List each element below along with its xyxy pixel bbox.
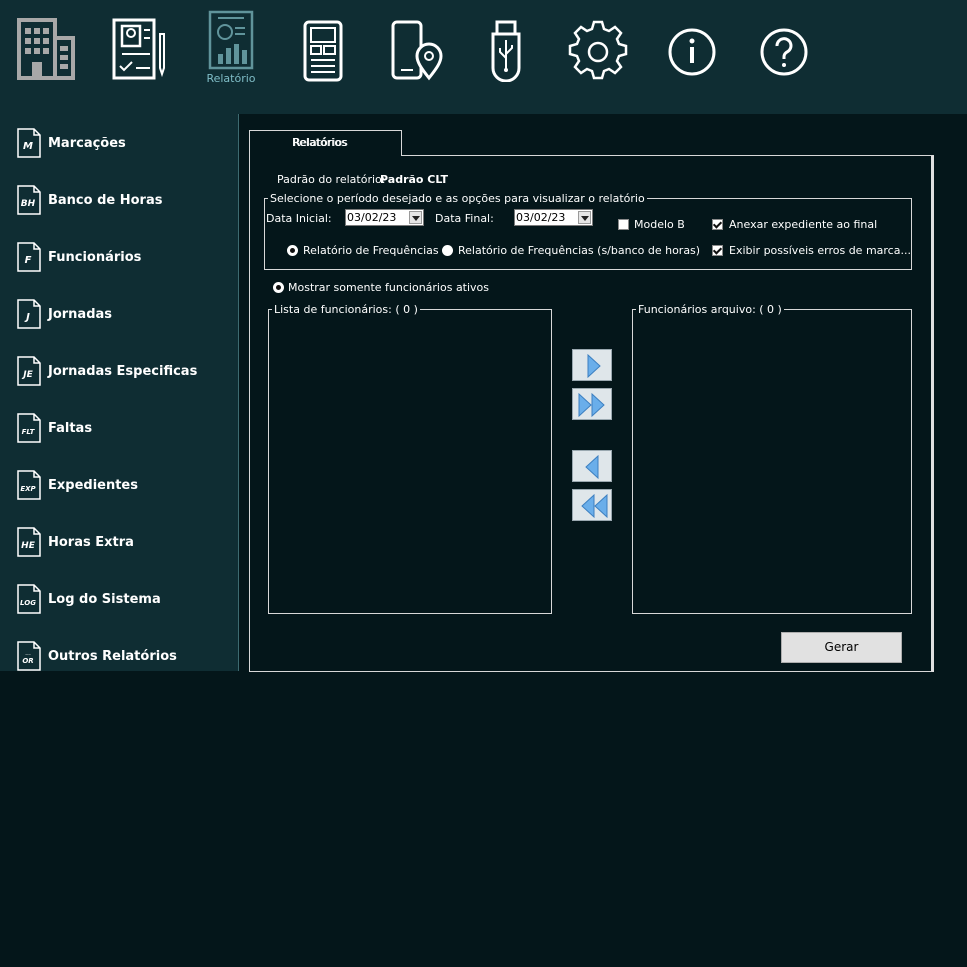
svg-text:J: J — [24, 312, 30, 323]
sidebar-item-label: Horas Extra — [48, 535, 134, 550]
move-all-right-button[interactable] — [572, 388, 612, 420]
document-icon: ...OR — [17, 641, 41, 671]
relatorio-frequencias-sem-bh-radio[interactable] — [442, 245, 453, 256]
start-date-value: 03/02/23 — [347, 211, 397, 224]
report-icon[interactable]: Relatório — [196, 8, 266, 98]
dropdown-arrow-icon[interactable] — [578, 211, 591, 224]
usb-drive-icon[interactable] — [471, 8, 541, 98]
mostrar-ativos-label: Mostrar somente funcionários ativos — [288, 281, 490, 294]
sidebar-item-label: Banco de Horas — [48, 193, 163, 208]
document-icon: JE — [17, 356, 41, 386]
sidebar-item-label: Marcações — [48, 136, 126, 151]
end-date-label: Data Final: — [435, 212, 494, 225]
top-toolbar: Relatório — [0, 0, 967, 114]
sidebar: M Marcações BH Banco de Horas F Funcioná… — [0, 114, 239, 671]
sidebar-item-label: Log do Sistema — [48, 592, 161, 607]
anexar-expediente-checkbox[interactable] — [712, 219, 723, 230]
sidebar-item-label: Expedientes — [48, 478, 138, 493]
sidebar-item-log-do-sistema[interactable]: LOG Log do Sistema — [0, 584, 238, 624]
info-icon[interactable] — [655, 8, 725, 98]
modelo-b-checkbox[interactable] — [618, 219, 629, 230]
end-date-picker[interactable]: 03/02/23 — [514, 209, 593, 226]
sidebar-item-label: Jornadas Especificas — [48, 364, 198, 379]
sidebar-item-label: Jornadas — [48, 307, 113, 322]
document-icon: FLT — [17, 413, 41, 443]
settings-gear-icon[interactable] — [563, 8, 633, 98]
document-icon: J — [17, 299, 41, 329]
svg-text:F: F — [25, 255, 32, 266]
period-options-group: Selecione o período desejado e as opções… — [264, 192, 912, 270]
relatorio-frequencias-radio[interactable] — [287, 245, 298, 256]
tab-label: Relatórios — [292, 136, 347, 149]
archived-list-legend: Funcionários arquivo: ( 0 ) — [638, 303, 782, 316]
sidebar-item-banco-de-horas[interactable]: BH Banco de Horas — [0, 185, 238, 225]
start-date-picker[interactable]: 03/02/23 — [345, 209, 424, 226]
report-pattern-value: Padrão CLT — [380, 173, 449, 186]
time-clock-device-icon[interactable] — [289, 8, 359, 98]
svg-text:BH: BH — [21, 199, 36, 209]
report-toolbar-label: Relatório — [206, 72, 256, 85]
svg-text:LOG: LOG — [20, 599, 36, 607]
svg-text:EXP: EXP — [20, 485, 36, 493]
relatorio-frequencias-sem-bh-label: Relatório de Frequências (s/banco de hor… — [458, 244, 701, 257]
move-all-left-button[interactable] — [572, 489, 612, 521]
svg-text:...: ... — [25, 650, 31, 657]
period-options-legend: Selecione o período desejado e as opções… — [270, 192, 645, 205]
modelo-b-label: Modelo B — [634, 218, 685, 231]
exibir-erros-label: Exibir possíveis erros de marca... — [729, 244, 911, 257]
svg-text:OR: OR — [22, 657, 33, 665]
document-icon: EXP — [17, 470, 41, 500]
move-left-button[interactable] — [572, 450, 612, 482]
svg-text:HE: HE — [21, 541, 36, 551]
mobile-location-icon[interactable] — [379, 8, 449, 98]
sidebar-item-marcacoes[interactable]: M Marcações — [0, 128, 238, 168]
document-icon: F — [17, 242, 41, 272]
sidebar-item-horas-extra[interactable]: HE Horas Extra — [0, 527, 238, 567]
archived-employee-list-group[interactable]: Funcionários arquivo: ( 0 ) — [632, 303, 912, 614]
svg-text:M: M — [23, 141, 33, 152]
document-icon: HE — [17, 527, 41, 557]
double-arrow-right-icon — [578, 392, 605, 418]
sidebar-item-label: Outros Relatórios — [48, 649, 177, 664]
employee-list-legend: Lista de funcionários: ( 0 ) — [274, 303, 418, 316]
anexar-expediente-label: Anexar expediente ao final — [729, 218, 878, 231]
sidebar-item-outros-relatorios[interactable]: ... OR Outros Relatórios — [0, 641, 238, 671]
document-icon: LOG — [17, 584, 41, 614]
tab-relatorios[interactable]: Relatórios — [249, 130, 402, 156]
company-building-icon[interactable] — [11, 8, 81, 98]
employee-list-group[interactable]: Lista de funcionários: ( 0 ) — [268, 303, 552, 614]
sidebar-item-jornadas[interactable]: J Jornadas — [0, 299, 238, 339]
start-date-label: Data Inicial: — [266, 212, 332, 225]
sidebar-item-expedientes[interactable]: EXP Expedientes — [0, 470, 238, 510]
document-icon: BH — [17, 185, 41, 215]
generate-button[interactable]: Gerar — [781, 632, 902, 663]
svg-text:JE: JE — [21, 370, 33, 380]
end-date-value: 03/02/23 — [516, 211, 566, 224]
arrow-left-icon — [585, 454, 599, 480]
sidebar-item-jornadas-especificas[interactable]: JE Jornadas Especificas — [0, 356, 238, 396]
svg-text:FLT: FLT — [22, 428, 36, 436]
sidebar-item-funcionarios[interactable]: F Funcionários — [0, 242, 238, 282]
report-pattern-label: Padrão do relatório: — [277, 173, 386, 186]
sidebar-item-label: Funcionários — [48, 250, 142, 265]
move-right-button[interactable] — [572, 349, 612, 381]
exibir-erros-checkbox[interactable] — [712, 245, 723, 256]
double-arrow-left-icon — [581, 493, 608, 519]
employee-file-icon[interactable] — [104, 8, 174, 98]
sidebar-item-label: Faltas — [48, 421, 93, 436]
tab-joint — [250, 154, 401, 157]
document-icon: M — [17, 128, 41, 158]
help-icon[interactable] — [747, 8, 817, 98]
arrow-right-icon — [587, 353, 601, 379]
mostrar-ativos-radio[interactable] — [273, 282, 284, 293]
relatorio-frequencias-label: Relatório de Frequências — [303, 244, 439, 257]
dropdown-arrow-icon[interactable] — [409, 211, 422, 224]
sidebar-item-faltas[interactable]: FLT Faltas — [0, 413, 238, 453]
